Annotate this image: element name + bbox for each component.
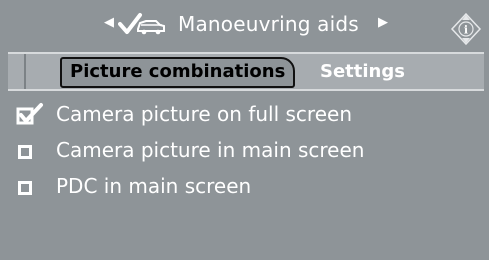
tab-picture-combinations[interactable]: Picture combinations [60,57,296,88]
header-bar: ◀ Manoeuvring aids ▶ i [0,6,489,46]
option-camera-main-screen[interactable]: Camera picture in main screen [16,134,476,170]
unchecked-checkbox-icon [18,181,32,195]
tab-bar-marker [24,54,26,89]
tab-settings[interactable]: Settings [320,59,405,85]
options-list: Camera picture on full screen Camera pic… [16,98,476,206]
info-diamond-icon[interactable]: i [450,12,482,46]
tab-bar: Picture combinations Settings [8,52,484,91]
check-car-icon [118,13,165,35]
svg-text:i: i [464,24,468,37]
triangle-left-icon[interactable]: ◀ [104,15,114,30]
option-camera-full-screen[interactable]: Camera picture on full screen [16,98,476,134]
option-label: Camera picture in main screen [56,138,365,162]
unchecked-checkbox-icon [18,145,32,159]
checked-checkbox-icon [16,103,43,125]
triangle-right-icon[interactable]: ▶ [378,15,388,30]
option-pdc-main-screen[interactable]: PDC in main screen [16,170,476,206]
page-title: Manoeuvring aids [178,12,359,36]
option-label: Camera picture on full screen [56,102,352,126]
manoeuvring-aids-screen: ◀ Manoeuvring aids ▶ i Picture combinati… [0,0,489,260]
option-label: PDC in main screen [56,174,252,198]
